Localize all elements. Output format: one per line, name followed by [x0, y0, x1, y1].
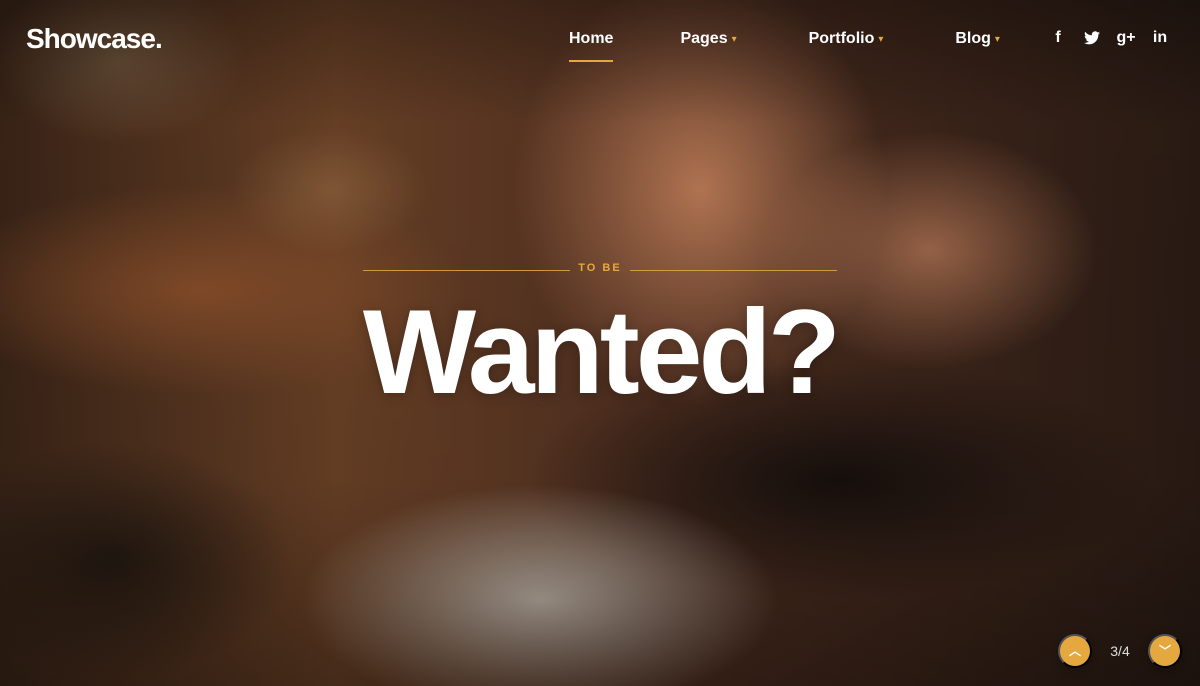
main-nav: Home Pages ▾ Portfolio ▾ Blog ▾ — [569, 28, 1072, 62]
kicker-text: TO BE — [578, 262, 622, 274]
brand-logo[interactable]: Showcase. — [26, 23, 163, 55]
google-plus-icon[interactable]: g+ — [1116, 29, 1135, 47]
nav-item-label: Blog — [955, 30, 991, 47]
nav-item-label: Portfolio — [808, 30, 875, 47]
chevron-up-icon: ︿ — [1068, 644, 1081, 658]
nav-item-label: Pages — [680, 30, 728, 47]
kicker-divider-left — [363, 270, 570, 271]
chevron-down-icon: ▾ — [731, 34, 737, 45]
chevron-down-icon: ▾ — [994, 34, 1000, 45]
nav-item-pages[interactable]: Pages ▾ — [680, 28, 741, 50]
nav-item-blog[interactable]: Blog ▾ — [955, 28, 1005, 50]
hero-section: Showcase. Home Pages ▾ Portfolio ▾ Blog … — [0, 0, 1200, 686]
chevron-down-icon: ﹀ — [1158, 644, 1171, 658]
facebook-icon[interactable]: f — [1049, 29, 1067, 47]
previous-slide-button[interactable]: ︿ — [1058, 634, 1092, 668]
hero-headline: Wanted? — [362, 285, 841, 419]
nav-item-portfolio[interactable]: Portfolio ▾ — [809, 28, 889, 50]
social-links: f g+ in — [1049, 29, 1169, 47]
chevron-down-icon: ▾ — [878, 34, 884, 45]
slide-pager: ︿ 3/4 ﹀ — [1058, 634, 1182, 668]
slide-counter: 3/4 — [1110, 643, 1130, 659]
kicker-divider-right — [630, 270, 837, 271]
nav-item-label: Home — [569, 30, 614, 47]
twitter-icon[interactable] — [1083, 29, 1101, 47]
hero-center: TO BE Wanted? — [0, 260, 1200, 412]
hero-kicker: TO BE — [363, 260, 837, 280]
nav-item-home[interactable]: Home — [569, 28, 614, 62]
next-slide-button[interactable]: ﹀ — [1148, 634, 1182, 668]
top-navigation-bar: Showcase. Home Pages ▾ Portfolio ▾ Blog … — [0, 0, 1200, 78]
linkedin-icon[interactable]: in — [1151, 29, 1169, 47]
